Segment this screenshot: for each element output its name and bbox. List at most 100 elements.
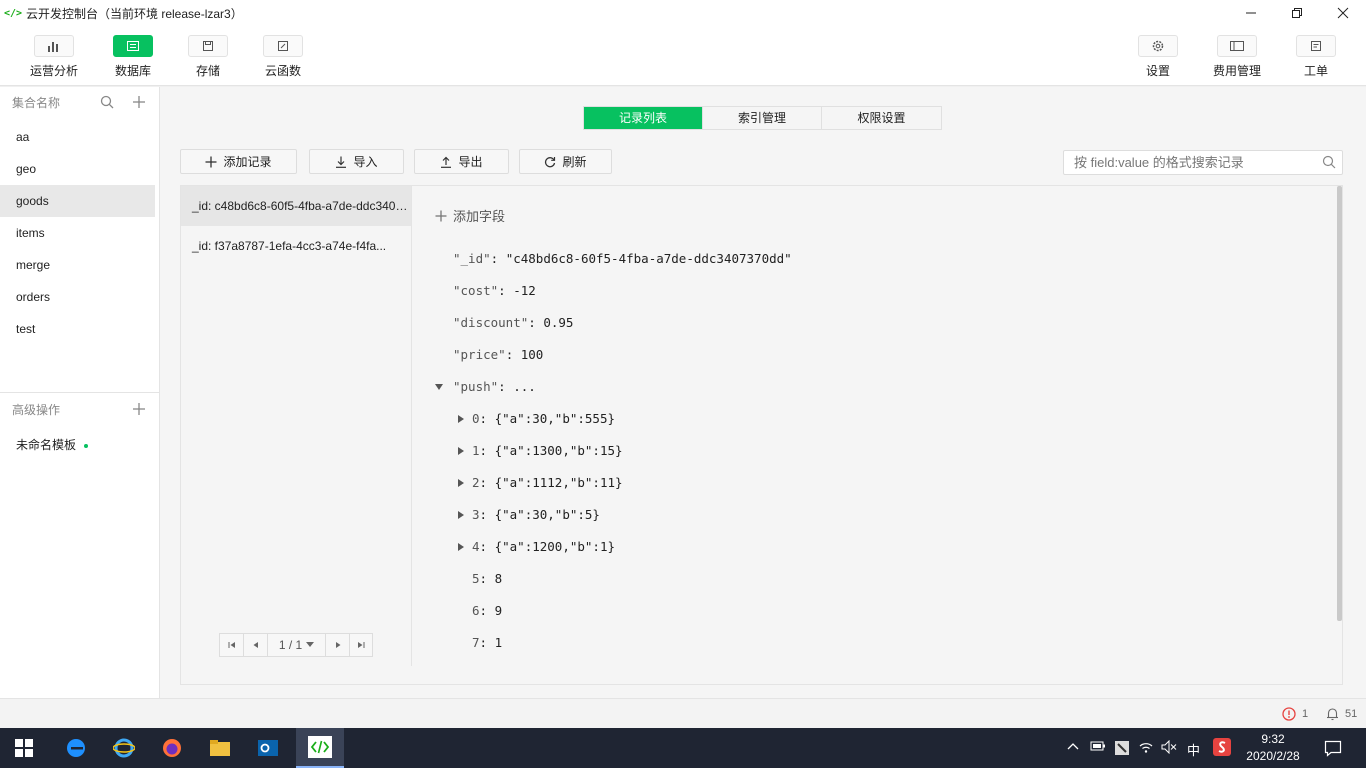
next-page-button[interactable] xyxy=(326,634,350,656)
first-page-button[interactable] xyxy=(220,634,244,656)
expand-arrow-icon[interactable] xyxy=(458,479,464,487)
toolbar-storage-button[interactable]: 存储 xyxy=(172,35,244,79)
add-record-button[interactable]: 添加记录 xyxy=(180,149,297,174)
array-index: 4 xyxy=(472,539,480,554)
expand-arrow-icon[interactable] xyxy=(458,511,464,519)
upload-icon xyxy=(441,156,452,168)
array-value: {"a":30,"b":5} xyxy=(494,507,600,522)
minimize-button[interactable] xyxy=(1228,0,1274,26)
toolbar-ticket-button[interactable]: 工单 xyxy=(1280,35,1352,79)
last-page-button[interactable] xyxy=(350,634,372,656)
tab-records[interactable]: 记录列表 xyxy=(584,107,703,129)
field-row[interactable]: "discount": 0.95 xyxy=(453,315,573,330)
page-select[interactable]: 1 / 1 xyxy=(268,634,326,656)
collection-item-geo[interactable]: geo xyxy=(0,153,155,185)
taskbar-edge[interactable] xyxy=(52,728,100,768)
tray-overflow-icon[interactable] xyxy=(1067,740,1079,754)
array-item-row[interactable]: 6: 9 xyxy=(472,603,502,618)
toolbar-database-button[interactable]: 数据库 xyxy=(97,35,169,79)
template-item[interactable]: 未命名模板 xyxy=(0,429,155,461)
collection-item-aa[interactable]: aa xyxy=(0,121,155,153)
input-method-icon[interactable] xyxy=(1213,738,1231,759)
field-row[interactable]: "_id": "c48bd6c8-60f5-4fba-a7de-ddc34073… xyxy=(453,251,792,266)
toolbar-functions-button[interactable]: 云函数 xyxy=(247,35,319,79)
add-field-button[interactable]: 添加字段 xyxy=(435,206,505,225)
collection-item-merge[interactable]: merge xyxy=(0,249,155,281)
record-list: _id: c48bd6c8-60f5-4fba-a7de-ddc3407370d… xyxy=(181,186,412,666)
prev-page-icon xyxy=(253,642,258,648)
search-collection-button[interactable] xyxy=(98,93,116,111)
field-row[interactable]: "push": ... xyxy=(453,379,536,394)
field-value: 100 xyxy=(520,347,544,362)
array-item-row[interactable]: 4: {"a":1200,"b":1} xyxy=(472,539,615,554)
prev-page-button[interactable] xyxy=(244,634,268,656)
field-row[interactable]: "cost": -12 xyxy=(453,283,536,298)
search-icon xyxy=(100,95,114,109)
records-panel: _id: c48bd6c8-60f5-4fba-a7de-ddc3407370d… xyxy=(180,185,1343,685)
record-search-input[interactable] xyxy=(1064,151,1314,174)
array-item-row[interactable]: 5: 8 xyxy=(472,571,502,586)
plus-icon xyxy=(133,403,145,415)
array-item-row[interactable]: 2: {"a":1112,"b":11} xyxy=(472,475,623,490)
start-button[interactable] xyxy=(0,728,48,768)
toolbar-settings-button[interactable]: 设置 xyxy=(1122,35,1194,79)
import-button[interactable]: 导入 xyxy=(309,149,404,174)
search-icon[interactable] xyxy=(1322,155,1336,172)
field-row[interactable]: "price": 100 xyxy=(453,347,543,362)
array-value: {"a":1112,"b":11} xyxy=(494,475,623,490)
wifi-icon[interactable] xyxy=(1138,740,1154,757)
notification-indicator[interactable]: 51 xyxy=(1326,707,1357,721)
array-item-row[interactable]: 1: {"a":1300,"b":15} xyxy=(472,443,623,458)
volume-muted-icon[interactable] xyxy=(1161,739,1177,757)
expand-arrow-icon[interactable] xyxy=(458,543,464,551)
expand-arrow-icon[interactable] xyxy=(458,447,464,455)
taskbar-outlook[interactable] xyxy=(244,728,292,768)
field-value: "c48bd6c8-60f5-4fba-a7de-ddc3407370dd" xyxy=(505,251,792,266)
tab-indexes[interactable]: 索引管理 xyxy=(703,107,822,129)
array-value: {"a":30,"b":555} xyxy=(494,411,616,426)
collection-item-items[interactable]: items xyxy=(0,217,155,249)
field-value: ... xyxy=(513,379,536,394)
action-center-icon[interactable] xyxy=(1324,739,1342,760)
add-collection-button[interactable] xyxy=(130,93,148,111)
restore-button[interactable] xyxy=(1274,0,1320,26)
collection-item-orders[interactable]: orders xyxy=(0,281,155,313)
array-index: 5 xyxy=(472,571,480,586)
taskbar-firefox[interactable] xyxy=(148,728,196,768)
taskbar-ie[interactable] xyxy=(100,728,148,768)
taskbar-clock[interactable]: 9:32 2020/2/28 xyxy=(1240,731,1306,765)
record-item[interactable]: _id: f37a8787-1efa-4cc3-a74e-f4fa... xyxy=(181,226,411,266)
ime-indicator[interactable]: 中 xyxy=(1187,740,1200,759)
collection-item-test[interactable]: test xyxy=(0,313,155,345)
close-button[interactable] xyxy=(1320,0,1366,26)
outlook-icon xyxy=(258,740,278,756)
bell-icon xyxy=(1327,708,1338,721)
array-item-row[interactable]: 7: 1 xyxy=(472,635,502,650)
array-index: 1 xyxy=(472,443,480,458)
collapse-arrow-icon[interactable] xyxy=(435,384,443,390)
plus-icon xyxy=(205,156,217,167)
array-item-row[interactable]: 3: {"a":30,"b":5} xyxy=(472,507,600,522)
taskbar-explorer[interactable] xyxy=(196,728,244,768)
battery-icon[interactable] xyxy=(1090,740,1106,755)
toolbar-billing-button[interactable]: 费用管理 xyxy=(1201,35,1273,79)
taskbar-devtools[interactable] xyxy=(296,728,344,768)
restore-icon xyxy=(1292,8,1302,18)
export-button[interactable]: 导出 xyxy=(414,149,509,174)
toolbar-settings-label: 设置 xyxy=(1145,64,1170,78)
tab-permissions[interactable]: 权限设置 xyxy=(822,107,941,129)
status-bar: 1 51 xyxy=(0,698,1366,728)
internet-explorer-icon xyxy=(113,738,135,758)
detail-scrollbar[interactable] xyxy=(1337,186,1342,621)
add-template-button[interactable] xyxy=(130,400,148,418)
error-indicator[interactable]: 1 xyxy=(1282,707,1308,721)
array-item-row[interactable]: 0: {"a":30,"b":555} xyxy=(472,411,615,426)
refresh-button[interactable]: 刷新 xyxy=(519,149,612,174)
expand-arrow-icon[interactable] xyxy=(458,415,464,423)
add-record-label: 添加记录 xyxy=(223,155,272,169)
collection-item-goods[interactable]: goods xyxy=(0,185,155,217)
app-tray-icon[interactable] xyxy=(1114,740,1130,759)
function-icon xyxy=(263,35,303,57)
toolbar-analytics-button[interactable]: 运营分析 xyxy=(18,35,90,79)
record-item[interactable]: _id: c48bd6c8-60f5-4fba-a7de-ddc3407370d… xyxy=(181,186,411,226)
